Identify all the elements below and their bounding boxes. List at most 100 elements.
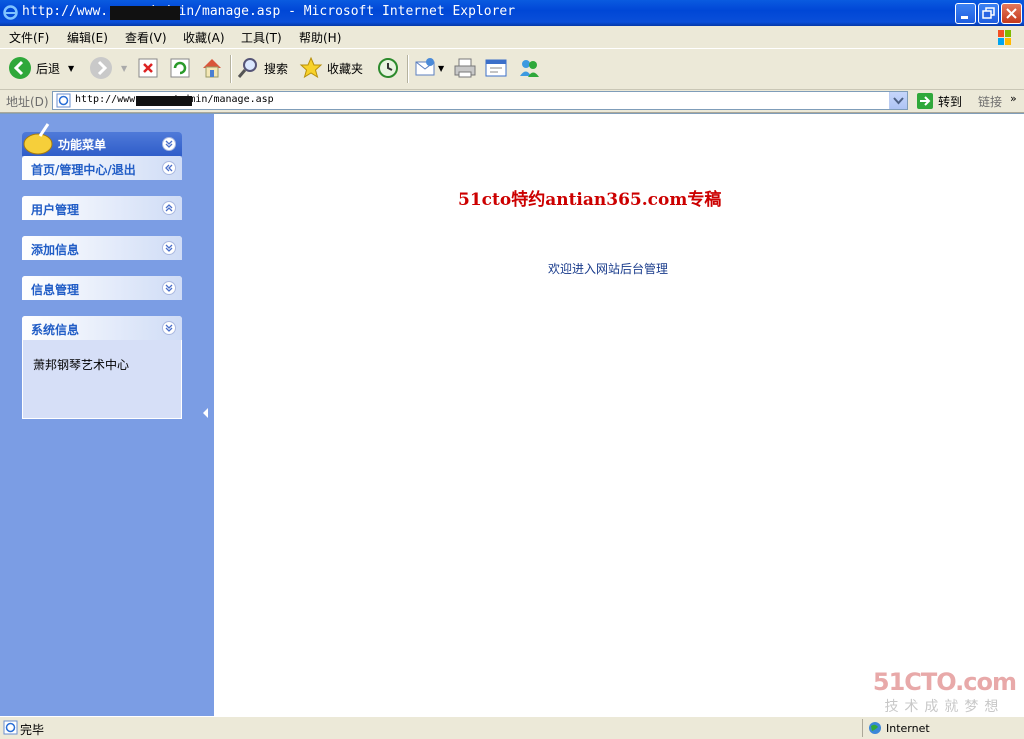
redaction-block	[136, 96, 192, 106]
zone-label: Internet	[886, 721, 930, 735]
refresh-button[interactable]	[169, 53, 191, 83]
restore-icon	[982, 7, 995, 19]
menu-file[interactable]: 文件(F)	[9, 29, 49, 46]
chevron-down-icon	[165, 244, 173, 252]
back-dropdown-icon[interactable]: ▼	[68, 64, 74, 73]
menu-header-toggle[interactable]	[162, 137, 176, 151]
window-title: http://www. .com/admin/manage.asp - Micr…	[22, 4, 516, 19]
title-bar: http://www. .com/admin/manage.asp - Micr…	[0, 0, 1024, 26]
close-icon	[1006, 8, 1017, 19]
toolbar: 后退 ▼ ▼ 搜索 收藏夹 ▼	[0, 49, 1024, 90]
menu-view[interactable]: 查看(V)	[125, 29, 167, 46]
browser-content: 功能菜单 首页/管理中心/退出 用户管理 添加信息 信息管理 系统信息 萧邦钢琴…	[0, 113, 1024, 716]
redaction-block	[110, 6, 180, 20]
panel-head[interactable]: 添加信息	[22, 236, 182, 260]
panel-toggle[interactable]	[162, 321, 176, 335]
menu-header-title: 功能菜单	[58, 138, 107, 152]
history-button[interactable]	[375, 53, 399, 83]
search-button[interactable]: 搜索	[236, 53, 288, 83]
messenger-icon	[520, 60, 539, 77]
stop-button[interactable]	[137, 53, 159, 83]
menu-logo-icon	[23, 123, 53, 155]
panel-title[interactable]: 系统信息	[31, 321, 79, 338]
chevron-left-icon	[165, 164, 173, 172]
sidebar-panel-home[interactable]: 首页/管理中心/退出	[22, 156, 182, 180]
status-bar: 完毕 Internet	[0, 716, 1024, 739]
menu-tools[interactable]: 工具(T)	[241, 29, 282, 46]
sidebar-panel-system-info: 系统信息 萧邦钢琴艺术中心	[22, 316, 182, 419]
address-dropdown-button[interactable]	[889, 92, 907, 109]
status-separator	[862, 719, 863, 737]
mail-button[interactable]: ▼	[414, 53, 444, 83]
panel-toggle[interactable]	[162, 281, 176, 295]
page-icon	[56, 93, 71, 108]
favorites-button[interactable]: 收藏夹	[299, 53, 363, 83]
go-label: 转到	[938, 94, 963, 109]
menu-help[interactable]: 帮助(H)	[299, 29, 341, 46]
forward-dropdown-icon: ▼	[121, 63, 128, 73]
star-icon	[299, 56, 323, 79]
panel-head[interactable]: 信息管理	[22, 276, 182, 300]
mail-icon	[415, 58, 435, 76]
panel-toggle[interactable]	[162, 201, 176, 215]
watermark-slogan: 技术成就梦想	[884, 699, 1005, 715]
forward-arrow-icon	[90, 57, 112, 79]
minimize-button[interactable]	[955, 3, 976, 24]
windows-logo-icon	[998, 30, 1011, 45]
menu-bar: 文件(F) 编辑(E) 查看(V) 收藏(A) 工具(T) 帮助(H)	[0, 26, 1024, 49]
panel-head[interactable]: 首页/管理中心/退出	[22, 156, 182, 180]
back-arrow-icon	[9, 57, 31, 79]
panel-head[interactable]: 用户管理	[22, 196, 182, 220]
sidebar-panel-info-manage[interactable]: 信息管理	[22, 276, 182, 300]
panel-title[interactable]: 添加信息	[31, 241, 79, 258]
menu-favorites[interactable]: 收藏(A)	[183, 29, 225, 46]
printer-icon	[454, 58, 476, 78]
restore-button[interactable]	[978, 3, 999, 24]
chevron-up-icon	[165, 204, 173, 212]
watermark-logo: 51CTO.com	[872, 668, 1017, 696]
favorites-label: 收藏夹	[327, 61, 364, 76]
panel-title[interactable]: 首页/管理中心/退出	[31, 161, 136, 178]
globe-icon	[869, 722, 881, 734]
sidebar-collapse-arrow-icon[interactable]	[203, 408, 208, 418]
back-button[interactable]: 后退 ▼	[8, 53, 74, 83]
panel-title[interactable]: 用户管理	[31, 201, 79, 218]
home-button[interactable]	[200, 53, 224, 83]
sidebar-panel-users[interactable]: 用户管理	[22, 196, 182, 220]
menu-edit[interactable]: 编辑(E)	[67, 29, 108, 46]
chevron-down-icon	[165, 324, 173, 332]
forward-button[interactable]: ▼	[89, 53, 127, 83]
page-done-icon	[3, 720, 18, 735]
messenger-button[interactable]	[517, 53, 541, 83]
security-zone: Internet	[868, 721, 930, 735]
sidebar-panel-add-info[interactable]: 添加信息	[22, 236, 182, 260]
links-chevron-icon[interactable]: »	[1010, 92, 1017, 105]
watermark: 51CTO.com 技术成就梦想	[872, 668, 1017, 716]
mail-dropdown-icon[interactable]: ▼	[438, 64, 444, 73]
home-icon	[203, 59, 221, 78]
search-label: 搜索	[264, 61, 289, 76]
system-info-text: 萧邦钢琴艺术中心	[33, 358, 130, 372]
panel-head[interactable]: 系统信息	[22, 316, 182, 340]
panel-title[interactable]: 信息管理	[31, 281, 79, 298]
print-button[interactable]	[453, 53, 477, 83]
ie-logo-icon	[3, 5, 18, 20]
links-label[interactable]: 链接	[978, 93, 1002, 110]
go-button[interactable]: 转到	[916, 92, 962, 110]
close-button[interactable]	[1001, 3, 1022, 24]
address-input[interactable]: http://www. .com/admin/manage.asp	[52, 91, 908, 110]
panel-toggle[interactable]	[162, 161, 176, 175]
back-label: 后退	[36, 61, 61, 76]
edit-button[interactable]	[484, 53, 508, 83]
go-arrow-icon	[917, 93, 933, 109]
panel-toggle[interactable]	[162, 241, 176, 255]
minimize-icon	[961, 16, 968, 19]
edit-page-icon	[485, 59, 507, 77]
toolbar-separator	[407, 55, 409, 83]
function-menu-header: 功能菜单	[22, 123, 182, 156]
chevron-down-icon	[165, 284, 173, 292]
toolbar-separator	[230, 55, 232, 83]
stop-icon	[138, 58, 158, 78]
search-icon	[237, 58, 257, 78]
welcome-text: 欢迎进入网站后台管理	[548, 262, 669, 276]
